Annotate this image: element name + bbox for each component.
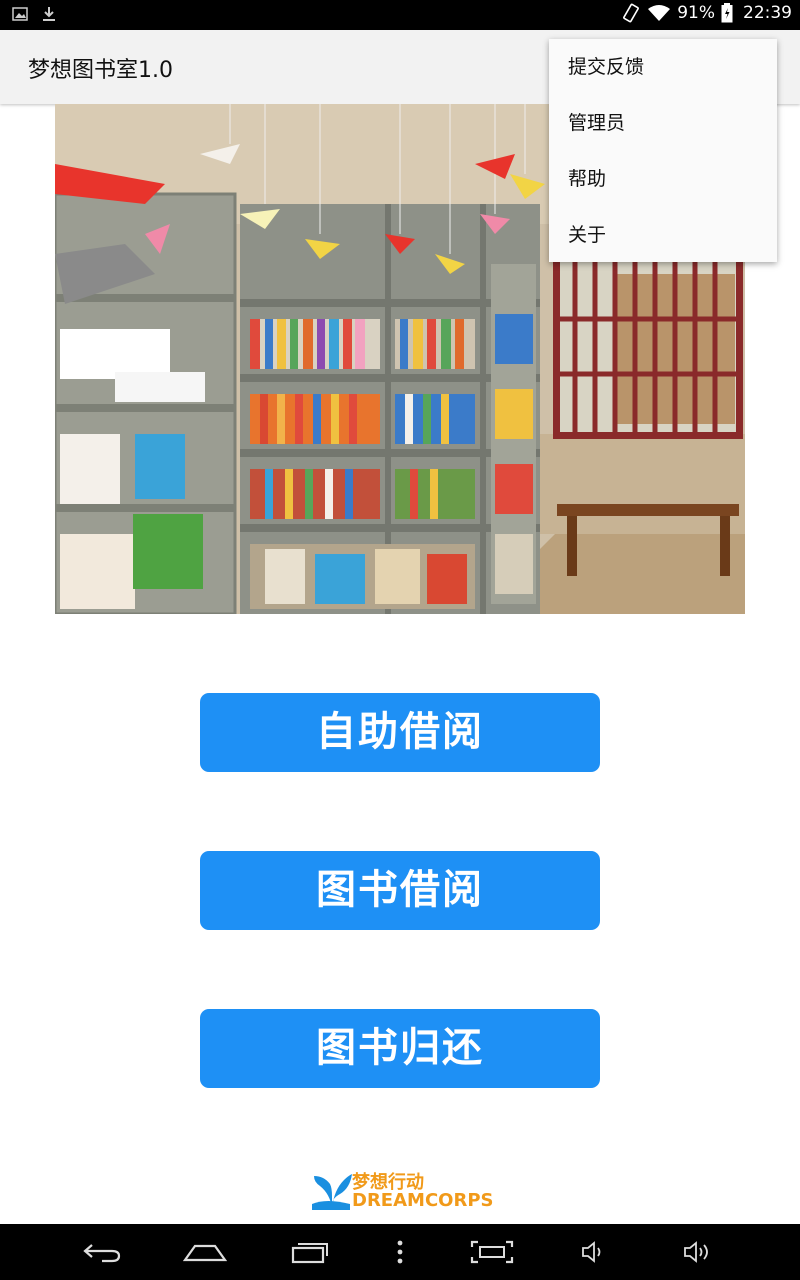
back-icon[interactable] [80,1236,124,1268]
screenshot-icon[interactable] [470,1236,514,1268]
app-title: 梦想图书室1.0 [28,58,173,83]
battery-icon [721,3,733,23]
menu-item-admin[interactable]: 管理员 [549,95,777,151]
sprout-icon [312,1174,352,1210]
volume-up-icon[interactable] [676,1236,720,1268]
battery-percent: 91% [677,3,715,23]
nav-bar [0,1224,800,1280]
dreamcorps-logo: 梦想行动 DREAMCORPS [312,1166,494,1214]
status-bar: 91% 22:39 [0,0,800,30]
menu-item-feedback[interactable]: 提交反馈 [549,39,777,95]
download-icon [42,6,56,22]
self-service-borrow-button[interactable]: 自助借阅 [200,693,600,772]
logo-text-en: DREAMCORPS [352,1190,494,1211]
image-icon [12,7,28,21]
overflow-menu: 提交反馈 管理员 帮助 关于 [549,39,777,262]
recents-icon[interactable] [288,1236,332,1268]
menu-item-about[interactable]: 关于 [549,207,777,263]
rotate-icon [621,3,641,23]
more-icon[interactable] [378,1236,422,1268]
wifi-icon [647,4,671,22]
volume-down-icon[interactable] [572,1236,616,1268]
menu-item-help[interactable]: 帮助 [549,151,777,207]
book-borrow-button[interactable]: 图书借阅 [200,851,600,930]
clock: 22:39 [743,3,792,23]
book-return-button[interactable]: 图书归还 [200,1009,600,1088]
home-icon[interactable] [183,1236,227,1268]
